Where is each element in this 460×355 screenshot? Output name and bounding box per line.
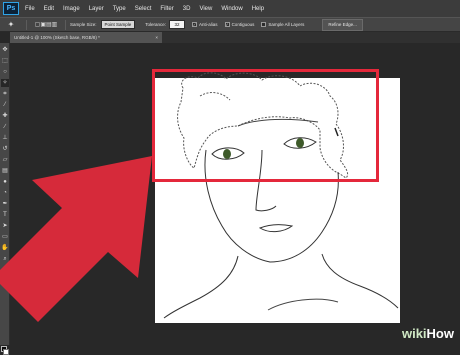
wikihow-watermark: wikiHow bbox=[402, 326, 454, 341]
background-color-swatch[interactable] bbox=[3, 349, 9, 355]
watermark-wiki: wiki bbox=[401, 326, 427, 341]
watermark-how: How bbox=[426, 326, 454, 341]
pointer-arrow-icon bbox=[0, 156, 152, 322]
